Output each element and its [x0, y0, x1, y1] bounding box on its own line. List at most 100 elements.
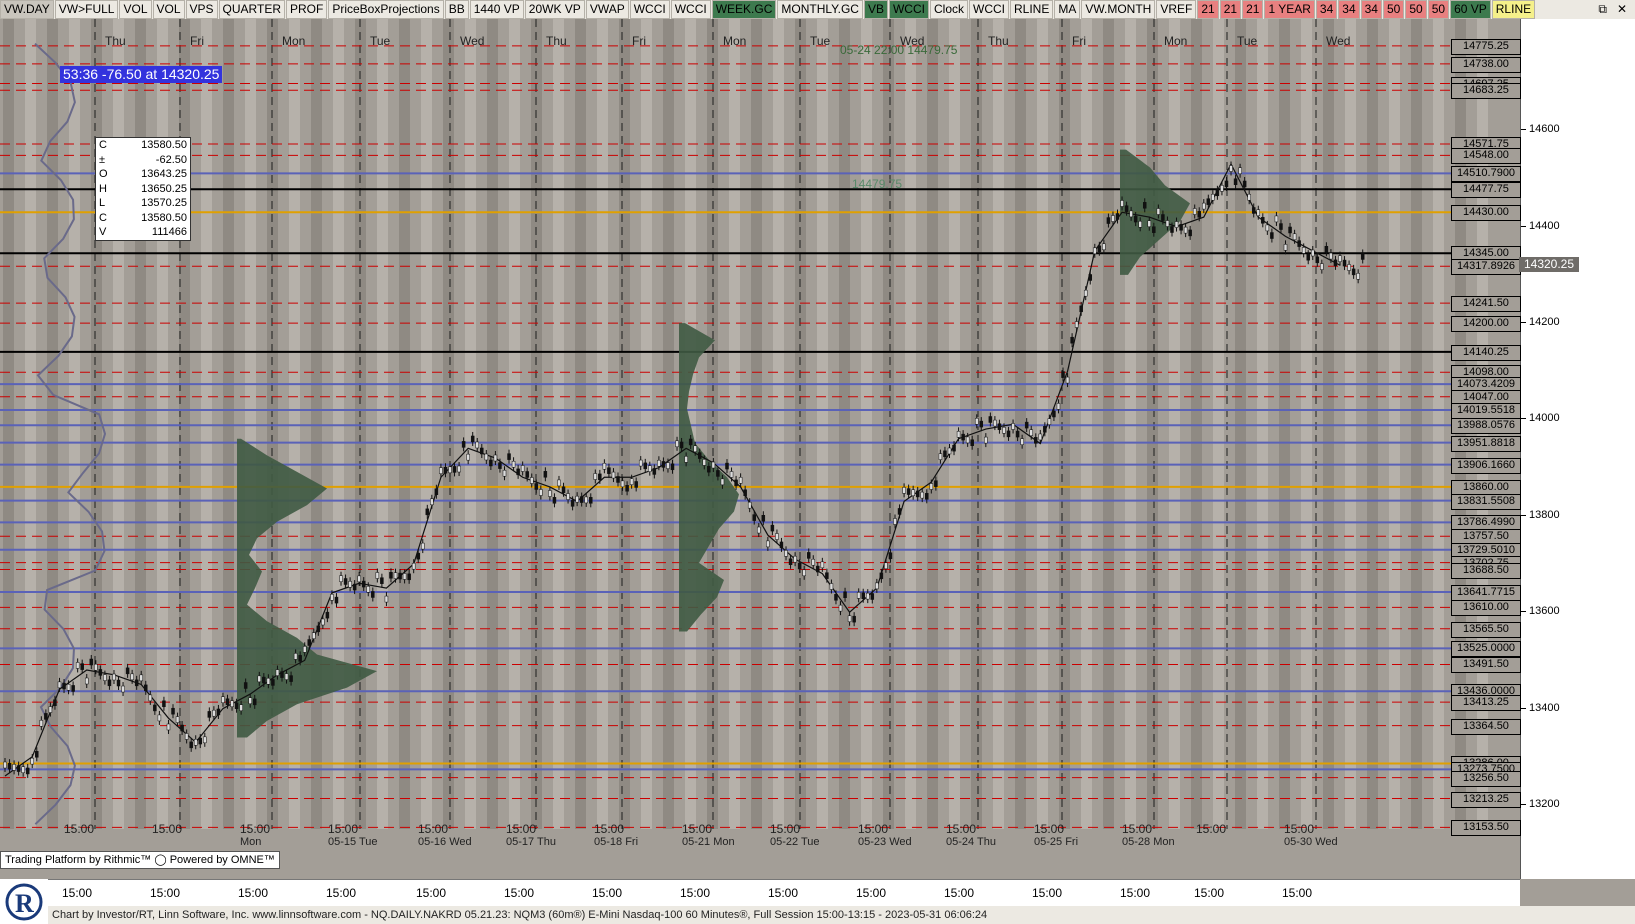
price-axis[interactable]: 14600 14400 14200 14000 13800 13600 13400 13200… [1451, 19, 1635, 879]
price-level-label: 13491.50 [1451, 657, 1521, 674]
toolbar-button-0[interactable]: VW.DAY [0, 0, 54, 19]
toolbar-button-20[interactable]: RLINE [1010, 0, 1054, 19]
toolbar-button-17[interactable]: WCCI [888, 0, 929, 19]
toolbar-button-5[interactable]: QUARTER [218, 0, 285, 19]
toolbar-button-35[interactable]: RLINE [1491, 0, 1536, 19]
toolbar-button-30[interactable]: 34 [1360, 0, 1382, 19]
toolbar-button-19[interactable]: WCCI [969, 0, 1009, 19]
candle-body [625, 485, 629, 492]
toolbar-button-4[interactable]: VPS [185, 0, 218, 19]
candle-body [534, 483, 539, 490]
bottom-time-label: 15:00 [506, 822, 536, 836]
toolbar-button-21[interactable]: MA [1054, 0, 1081, 19]
candle-body [1320, 263, 1324, 270]
candle-body [1261, 217, 1265, 224]
time-band [1059, 19, 1070, 829]
candle-body [616, 476, 620, 483]
toolbar-button-28[interactable]: 34 [1315, 0, 1338, 19]
toolbar-button-31[interactable]: 50 [1382, 0, 1405, 19]
footer-status: Chart by Investor/RT, Linn Software, Inc… [48, 906, 1635, 924]
bottom-date-label: 05-16 Wed [418, 836, 472, 848]
price-level-label: 14317.8926 [1451, 259, 1521, 276]
time-band [1389, 19, 1400, 829]
toolbar-button-27[interactable]: 1 YEAR [1264, 0, 1315, 19]
price-level-label: 14200.00 [1451, 316, 1521, 333]
toolbar-button-25[interactable]: 21 [1219, 0, 1242, 19]
toolbar-button-2[interactable]: VOL [119, 0, 152, 19]
toolbar-button-9[interactable]: 1440 VP [469, 0, 524, 19]
candle-body [1215, 189, 1220, 197]
toolbar-button-26[interactable]: 21 [1242, 0, 1264, 19]
restore-icon[interactable]: ⧉ [1598, 2, 1607, 17]
toolbar-button-12[interactable]: WCCI [629, 0, 670, 19]
toolbar-button-23[interactable]: VREF [1156, 0, 1197, 19]
bottom-time-label: 15:00 [1284, 822, 1314, 836]
candle-body [593, 473, 598, 480]
time-band [839, 19, 850, 829]
candle-body [407, 573, 411, 581]
time-band [1191, 19, 1202, 829]
ohlc-key: L [99, 197, 106, 209]
toolbar-button-8[interactable]: BB [444, 0, 469, 19]
candle-body [548, 490, 552, 497]
candle-body [234, 702, 239, 709]
toolbar-button-32[interactable]: 50 [1405, 0, 1427, 19]
day-header: Tue [810, 34, 831, 48]
indicator-toolbar: VW.DAY VW>FULL VOL VOL VPS QUARTER PROF PriceBo… [0, 0, 1635, 20]
candle-body [775, 533, 779, 540]
toolbar-button-18[interactable]: Clock [929, 0, 968, 19]
time-axis-label: 15:00 [680, 886, 711, 900]
candle-body [248, 697, 252, 704]
time-band [311, 19, 322, 829]
price-tick: 13800 [1521, 508, 1560, 521]
candle-body [434, 488, 439, 495]
candle-body [398, 572, 402, 580]
candle-body [393, 572, 398, 579]
candle-body [416, 552, 420, 560]
price-level-label: 13951.8818 [1451, 435, 1521, 452]
candle-body [993, 419, 997, 427]
toolbar-button-6[interactable]: PROF [285, 0, 328, 19]
ohlc-row: O 13643.25 [96, 167, 190, 182]
toolbar-button-14[interactable]: WEEK.GC [711, 0, 777, 19]
toolbar-button-13[interactable]: WCCI [670, 0, 711, 19]
toolbar-button-3[interactable]: VOL [152, 0, 185, 19]
annotation-mid: 14479.75 [852, 177, 903, 191]
toolbar-button-22[interactable]: VW.MONTH [1081, 0, 1156, 19]
candle-body [666, 462, 670, 469]
toolbar-button-24[interactable]: 21 [1197, 0, 1219, 19]
toolbar-button-34[interactable]: 60 VP [1450, 0, 1491, 19]
price-level-label: 13688.50 [1451, 562, 1521, 579]
candle-body [702, 459, 707, 466]
candle-body [1188, 229, 1192, 237]
candle-body [570, 500, 575, 507]
candle-body [275, 669, 280, 676]
candle-body [861, 592, 865, 599]
time-band [465, 19, 476, 829]
candle-body [148, 694, 153, 702]
candle-body [579, 496, 584, 503]
candle-body [130, 673, 134, 681]
day-header: Tue [1237, 34, 1258, 48]
price-chart[interactable]: Thu Fri Mon Tue Wed Thu Fri Mon Tue Wed Thu Fri Mon T… [0, 19, 1520, 879]
toolbar-button-1[interactable]: VW>FULL [54, 0, 119, 19]
toolbar-button-29[interactable]: 34 [1338, 0, 1360, 19]
toolbar-button-7[interactable]: PriceBoxProjections [328, 0, 444, 19]
candle-body [1074, 321, 1079, 328]
ohlc-row: C 13580.50 [96, 138, 190, 153]
time-band [1103, 19, 1114, 829]
toolbar-button-16[interactable]: VB [863, 0, 888, 19]
bottom-date-label: 05-17 Thu [506, 836, 556, 848]
candle-body [116, 679, 121, 687]
close-icon[interactable]: ✕ [1617, 2, 1627, 17]
candle-body [7, 762, 12, 770]
toolbar-button-11[interactable]: VWAP [585, 0, 629, 19]
candle-body [1061, 371, 1065, 378]
candle-body [380, 577, 384, 584]
toolbar-button-15[interactable]: MONTHLY.GC [777, 0, 863, 19]
price-tick: 14000 [1521, 412, 1560, 425]
toolbar-button-33[interactable]: 50 [1427, 0, 1450, 19]
toolbar-button-10[interactable]: 20WK VP [524, 0, 585, 19]
candle-body [1002, 427, 1006, 434]
candle-body [879, 572, 884, 580]
